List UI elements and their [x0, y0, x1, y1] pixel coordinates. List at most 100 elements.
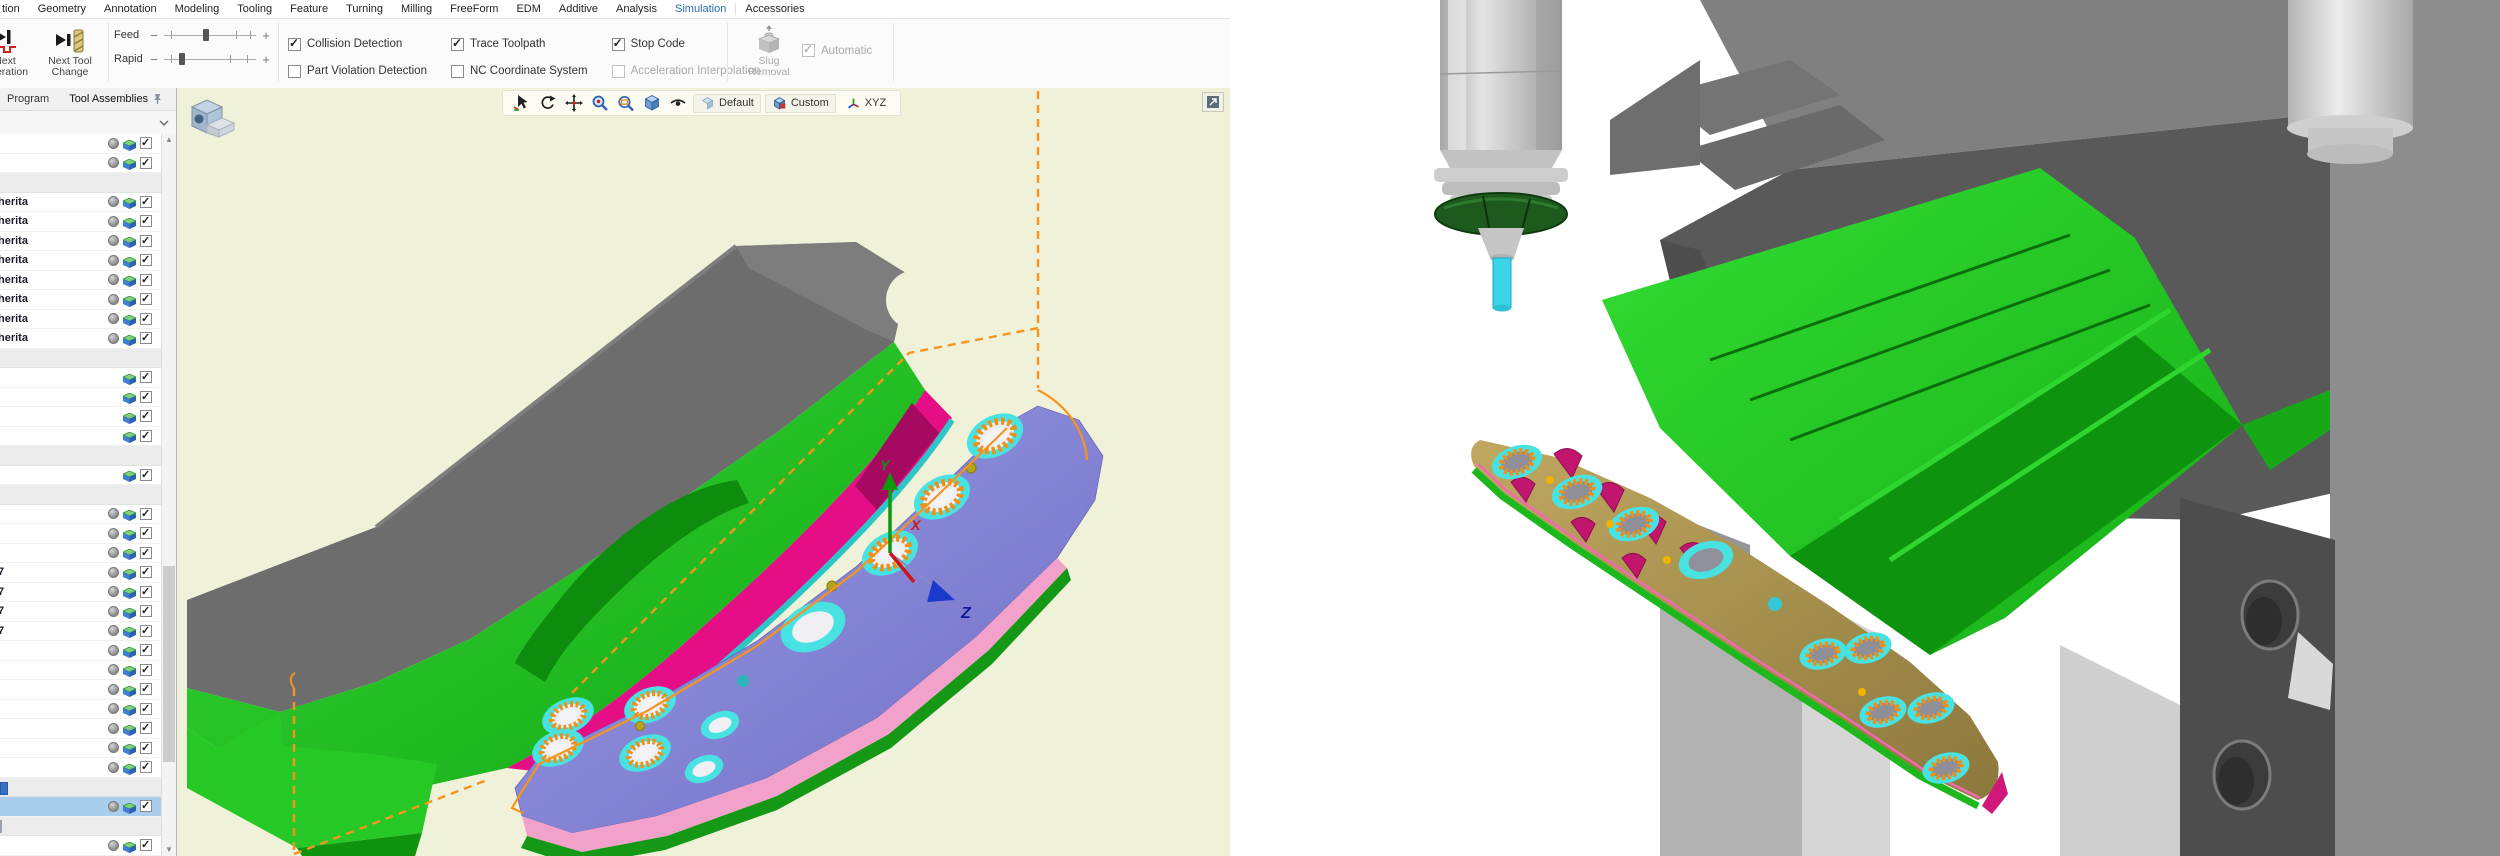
simulation-scene[interactable]: Y X Z [177, 88, 1230, 856]
tree-row[interactable]: 7 [0, 563, 161, 583]
tree-row[interactable] [0, 524, 161, 544]
checkbox-box[interactable] [612, 38, 625, 51]
tree-row[interactable]: herita [0, 271, 161, 291]
menu-item-accessories[interactable]: Accessories [735, 3, 813, 15]
visibility-checkbox[interactable] [140, 683, 152, 695]
zoom-button[interactable] [589, 93, 611, 113]
visibility-checkbox[interactable] [140, 605, 152, 617]
tree-row[interactable] [0, 719, 161, 739]
tree-row[interactable] [0, 466, 161, 486]
tree-row[interactable] [0, 407, 161, 427]
tree-row[interactable] [0, 758, 161, 778]
visibility-checkbox[interactable] [140, 566, 152, 578]
rotate-view-button[interactable] [537, 93, 559, 113]
tree-row[interactable]: 7 [0, 622, 161, 642]
zoom-window-button[interactable] [615, 93, 637, 113]
visibility-checkbox[interactable] [140, 664, 152, 676]
checkbox-box[interactable] [451, 38, 464, 51]
tree-row[interactable]: herita [0, 329, 161, 349]
visibility-checkbox[interactable] [140, 527, 152, 539]
visibility-checkbox[interactable] [140, 391, 152, 403]
pan-view-button[interactable] [563, 93, 585, 113]
menu-item-modeling[interactable]: Modeling [166, 3, 229, 15]
visibility-checkbox[interactable] [140, 469, 152, 481]
menu-item-geometry[interactable]: Geometry [29, 3, 95, 15]
visibility-checkbox[interactable] [140, 644, 152, 656]
tab-program[interactable]: Program [0, 93, 59, 105]
visibility-checkbox[interactable] [140, 215, 152, 227]
menu-item-turning[interactable]: Turning [337, 3, 392, 15]
checkbox-trace-toolpath[interactable]: Trace Toolpath [451, 35, 588, 53]
checkbox-nc-coordinate-system[interactable]: NC Coordinate System [451, 62, 588, 80]
visibility-checkbox[interactable] [140, 508, 152, 520]
menu-item-additive[interactable]: Additive [550, 3, 607, 15]
visibility-checkbox[interactable] [140, 800, 152, 812]
visibility-checkbox[interactable] [140, 586, 152, 598]
tree-row[interactable] [0, 680, 161, 700]
tree-row[interactable] [0, 797, 161, 817]
visibility-checkbox[interactable] [140, 410, 152, 422]
visibility-checkbox[interactable] [140, 313, 152, 325]
slug-removal-button[interactable]: Slug Removal [737, 25, 801, 78]
scroll-down-arrow[interactable]: ▼ [162, 844, 176, 856]
visibility-checkbox[interactable] [140, 274, 152, 286]
rapid-slider-thumb[interactable] [179, 53, 185, 65]
tree-row[interactable] [0, 661, 161, 681]
visibility-checkbox[interactable] [140, 137, 152, 149]
xyz-view-button[interactable]: XYZ [840, 95, 892, 112]
custom-view-button[interactable]: Custom [765, 94, 836, 113]
menu-item-milling[interactable]: Milling [392, 3, 441, 15]
visibility-checkbox[interactable] [140, 196, 152, 208]
visibility-checkbox[interactable] [140, 625, 152, 637]
checkbox-collision-detection[interactable]: Collision Detection [288, 35, 427, 53]
checkbox-part-violation-detection[interactable]: Part Violation Detection [288, 62, 427, 80]
visibility-checkbox[interactable] [140, 254, 152, 266]
tree-row[interactable] [0, 134, 161, 154]
scrollbar-thumb[interactable] [163, 566, 175, 762]
menu-item-edm[interactable]: EDM [507, 3, 549, 15]
tree-row[interactable] [0, 427, 161, 447]
menu-item-freeform[interactable]: FreeForm [441, 3, 507, 15]
visibility-checkbox[interactable] [140, 157, 152, 169]
panel-filter-dropdown[interactable] [0, 111, 176, 135]
tree-row[interactable]: herita [0, 193, 161, 213]
feed-slider-thumb[interactable] [203, 29, 209, 41]
tree-row[interactable]: herita [0, 251, 161, 271]
visibility-checkbox[interactable] [140, 761, 152, 773]
visibility-checkbox[interactable] [140, 332, 152, 344]
viewport-maximize-button[interactable] [1202, 92, 1224, 112]
machine-scene[interactable] [1230, 0, 2500, 856]
machine-simulation-pane[interactable] [1230, 0, 2500, 856]
select-tool-button[interactable] [511, 93, 533, 113]
pin-icon[interactable] [152, 93, 163, 108]
visibility-checkbox[interactable] [140, 703, 152, 715]
rapid-increase-button[interactable]: + [260, 52, 272, 67]
tab-tool-assemblies[interactable]: Tool Assemblies [59, 93, 158, 105]
checkbox-box[interactable] [451, 65, 464, 78]
tree-row[interactable] [0, 544, 161, 564]
tree-row[interactable]: 7 [0, 583, 161, 603]
menu-item-feature[interactable]: Feature [281, 3, 337, 15]
checkbox-box[interactable] [612, 65, 625, 78]
isometric-view-button[interactable] [641, 93, 663, 113]
visibility-eye-button[interactable] [667, 93, 689, 113]
checkbox-automatic[interactable]: Automatic [802, 44, 872, 57]
tree-row[interactable] [0, 388, 161, 408]
tree-row[interactable] [0, 368, 161, 388]
next-operation-button[interactable]: Next Operation [0, 28, 36, 78]
tree-row[interactable]: herita [0, 232, 161, 252]
tree-row[interactable]: herita [0, 212, 161, 232]
checkbox-box[interactable] [288, 38, 301, 51]
menu-item-annotation[interactable]: Annotation [95, 3, 166, 15]
visibility-checkbox[interactable] [140, 547, 152, 559]
feed-decrease-button[interactable]: − [148, 28, 160, 43]
tree-row[interactable] [0, 700, 161, 720]
menu-item-tion[interactable]: tion [0, 3, 29, 15]
tree-row[interactable] [0, 505, 161, 525]
checkbox-box[interactable] [288, 65, 301, 78]
visibility-checkbox[interactable] [140, 235, 152, 247]
next-tool-change-button[interactable]: Next Tool Change [36, 28, 104, 78]
visibility-checkbox[interactable] [140, 839, 152, 851]
tree-row[interactable] [0, 154, 161, 174]
panel-scrollbar[interactable]: ▲ ▼ [161, 134, 176, 856]
